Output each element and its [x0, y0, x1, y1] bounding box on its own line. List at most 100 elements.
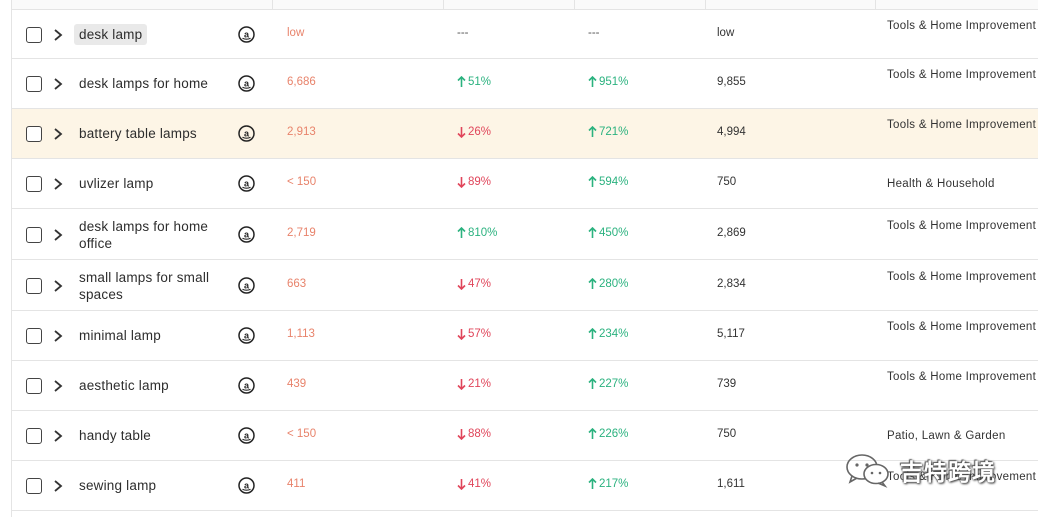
amazon-icon[interactable]: a: [238, 25, 255, 43]
table-row[interactable]: battery table lamps a 2,913 26% 721% 4,994 Too…: [12, 109, 1038, 159]
change-1-value: 57%: [468, 328, 492, 340]
arrow-down-icon: [457, 278, 468, 290]
change-1-value: 47%: [468, 277, 492, 290]
watermark: 吉特跨境: [842, 452, 996, 488]
amazon-icon[interactable]: a: [238, 427, 255, 444]
sales-volume-text: low: [717, 26, 735, 39]
row-checkbox[interactable]: [26, 176, 42, 192]
change-2: 234%: [588, 328, 628, 340]
row-checkbox[interactable]: [26, 478, 42, 494]
row-checkbox[interactable]: [26, 76, 42, 92]
arrow-up-icon: [588, 277, 599, 290]
amazon-icon[interactable]: a: [238, 75, 255, 92]
search-volume-text: 663: [287, 277, 307, 290]
row-checkbox[interactable]: [26, 378, 42, 394]
keyword-text: desk lamps for home: [79, 76, 209, 91]
change-1-value: 89%: [468, 176, 492, 188]
change-2: 450%: [588, 226, 628, 239]
amazon-icon[interactable]: a: [238, 175, 255, 192]
chevron-right-icon[interactable]: [52, 329, 64, 343]
chevron-right-icon[interactable]: [52, 228, 64, 242]
change-2-value: 721%: [599, 126, 629, 138]
table-row[interactable]: desk lamps for home office a 2,719 810% 450%…: [12, 209, 1038, 260]
table-row[interactable]: uvlizer lamp a < 150 89% 594% 750 Health & Hou…: [12, 159, 1038, 209]
arrow-up-icon: [457, 226, 468, 239]
arrow-up-icon: [588, 176, 599, 188]
amazon-icon[interactable]: a: [238, 225, 255, 243]
table-row[interactable]: desk lamps for home a 6,686 51% 951% 9,855 Too…: [12, 59, 1038, 109]
keyword-text: small lamps for small spaces: [79, 269, 210, 302]
search-volume-text: 1,113: [287, 328, 315, 340]
sales-volume-text: 9,855: [717, 76, 746, 88]
search-volume-text: 6,686: [287, 76, 316, 88]
arrow-up-icon: [588, 378, 599, 390]
row-checkbox[interactable]: [26, 26, 42, 43]
amazon-icon[interactable]: a: [238, 125, 255, 142]
change-2-value: 951%: [599, 76, 629, 88]
row-checkbox[interactable]: [26, 226, 42, 243]
change-2: 594%: [588, 176, 628, 188]
search-volume-text: 2,913: [287, 126, 316, 138]
header-separator: [443, 0, 444, 10]
table-row[interactable]: desk lamp a low --- --- low Tools & Home Impro…: [12, 10, 1038, 59]
svg-text:a: a: [244, 381, 250, 391]
change-1: ---: [457, 27, 469, 39]
chevron-right-icon[interactable]: [52, 479, 64, 493]
category-text: Health & Household: [887, 178, 995, 190]
search-volume-text: 439: [287, 378, 307, 390]
arrow-down-icon: [457, 478, 468, 490]
watermark-text: 吉特跨境: [900, 460, 996, 486]
category-text: Tools & Home Improvement: [887, 321, 1037, 333]
category-text: Tools & Home Improvement: [887, 69, 1037, 81]
category-text: Tools & Home Improvement: [887, 371, 1037, 383]
chevron-right-icon[interactable]: [52, 429, 64, 443]
chevron-right-icon[interactable]: [52, 77, 64, 91]
chevron-right-icon[interactable]: [52, 177, 64, 191]
chevron-right-icon[interactable]: [52, 279, 64, 293]
arrow-down-icon: [457, 328, 468, 340]
amazon-icon[interactable]: a: [238, 276, 255, 294]
keyword-text: aesthetic lamp: [79, 378, 169, 393]
row-checkbox[interactable]: [26, 126, 42, 142]
table-row[interactable]: aesthetic lamp a 439 21% 227% 739 Tools & Home…: [12, 361, 1038, 411]
svg-text:a: a: [244, 331, 250, 341]
row-checkbox[interactable]: [26, 428, 42, 444]
change-2-value: 594%: [599, 176, 629, 188]
sales-volume-text: 5,117: [717, 328, 745, 340]
sales-volume-text: 2,869: [717, 226, 746, 239]
amazon-icon[interactable]: a: [238, 327, 255, 344]
chevron-right-icon[interactable]: [52, 127, 64, 141]
sales-volume-text: 750: [717, 428, 737, 440]
sales-volume-text: 4,994: [717, 126, 746, 138]
change-1: 810%: [457, 226, 498, 239]
chevron-right-icon[interactable]: [52, 28, 64, 42]
change-2: 217%: [588, 478, 628, 490]
row-checkbox[interactable]: [26, 328, 42, 344]
keyword-text[interactable]: desk lamp: [74, 23, 148, 45]
table-row[interactable]: small lamps for small spaces a 663 47% 280% 2…: [12, 260, 1038, 311]
chevron-right-icon[interactable]: [52, 379, 64, 393]
search-volume-text: 2,719: [287, 226, 316, 239]
keyword-table: desk lamp a low --- --- low Tools & Home Impro…: [0, 0, 1038, 517]
amazon-icon[interactable]: a: [238, 377, 255, 394]
table-row[interactable]: minimal lamp a 1,113 57% 234% 5,117 Tools & Ho…: [12, 311, 1038, 361]
category-text: Tools & Home Improvement: [887, 119, 1037, 131]
arrow-down-icon: [457, 176, 468, 188]
change-2: 280%: [588, 277, 628, 290]
category-text: Tools & Home Improvement: [887, 19, 1037, 32]
keyword-text: minimal lamp: [79, 328, 161, 343]
keyword-text: handy table: [79, 428, 152, 443]
change-1-value: 810%: [468, 226, 498, 239]
keyword-text: sewing lamp: [79, 478, 157, 493]
table-header-strip: [12, 0, 1038, 10]
change-1: 51%: [457, 76, 491, 88]
svg-text:a: a: [244, 129, 250, 139]
change-2: 227%: [588, 378, 628, 390]
sales-volume-text: 750: [717, 176, 737, 188]
change-1-value: 88%: [468, 428, 492, 440]
arrow-up-icon: [588, 328, 599, 340]
svg-text:a: a: [244, 179, 250, 189]
amazon-icon[interactable]: a: [238, 477, 255, 494]
change-2: 226%: [588, 428, 628, 440]
row-checkbox[interactable]: [26, 277, 42, 294]
